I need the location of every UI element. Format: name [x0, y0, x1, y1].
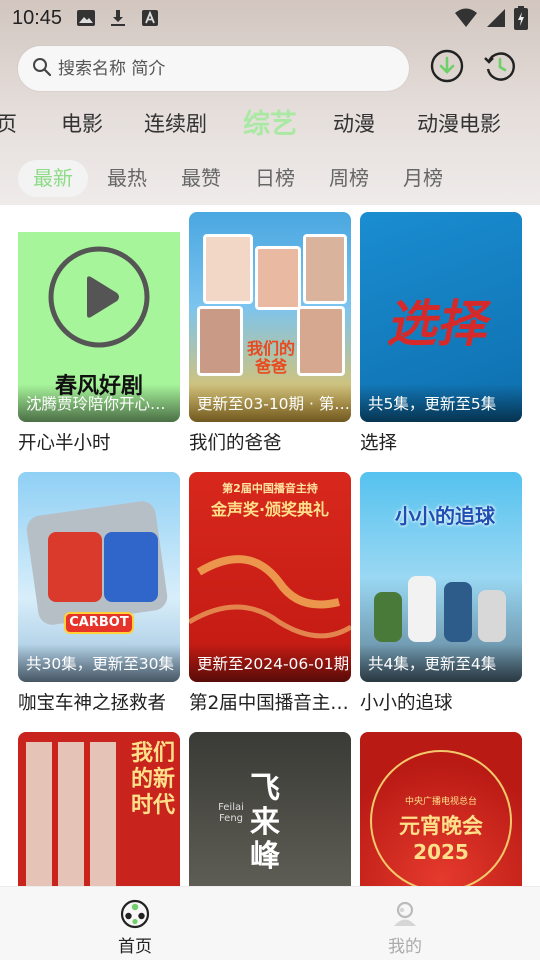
tab-anime[interactable]: 动漫 [333, 108, 375, 138]
search-bar[interactable] [18, 46, 409, 91]
poster-image [374, 592, 402, 642]
sort-liked[interactable]: 最赞 [166, 160, 236, 197]
video-card[interactable]: 第2届中国播音主持 金声奖·颁奖典礼 更新至2024-06-01期 第2届中国播… [189, 472, 351, 715]
poster-text: 金声奖·颁奖典礼 [210, 500, 330, 519]
card-title: 选择 [360, 433, 398, 454]
poster[interactable]: 我们的爸爸 更新至03-10期 · 第1期 [189, 212, 351, 422]
poster-text: 飞来峰 [250, 771, 280, 874]
card-title: 小小的追球 [360, 693, 453, 714]
poster-subtext: 中央广播电视总台 [404, 797, 477, 807]
poster-badge: 共4集，更新至4集 [360, 644, 522, 682]
tab-home[interactable]: 页 [0, 108, 17, 138]
poster-text: 我们的爸爸 [246, 339, 295, 376]
poster-image [297, 306, 345, 376]
poster-text: 选择 [383, 294, 497, 353]
sort-monthly[interactable]: 月榜 [388, 160, 458, 197]
poster-image [303, 234, 347, 304]
poster-image [478, 590, 506, 642]
poster-image [104, 532, 158, 602]
poster-image [255, 246, 301, 310]
poster-image [444, 582, 472, 642]
poster[interactable]: CARBOT 共30集，更新至30集 [18, 472, 180, 682]
poster-text: CARBOT [64, 612, 134, 634]
image-icon [76, 8, 96, 28]
card-title: 第2届中国播音主持金声奖 [189, 693, 351, 714]
category-tabs: 页 电影 连续剧 综艺 动漫 动漫电影 [0, 100, 540, 144]
poster-badge: 共30集，更新至30集 [18, 644, 180, 682]
poster-image [197, 306, 243, 376]
battery-icon [514, 6, 528, 35]
film-reel-icon [120, 899, 150, 929]
video-card[interactable]: 选择 共5集，更新至5集 选择 [360, 212, 522, 455]
video-card[interactable]: CARBOT 共30集，更新至30集 咖宝车神之拯救者 [18, 472, 180, 715]
tab-anime-movie[interactable]: 动漫电影 [417, 108, 501, 138]
poster-badge: 更新至03-10期 · 第1期 [189, 384, 351, 422]
history-button[interactable] [482, 50, 518, 86]
download-button[interactable] [429, 49, 465, 87]
poster-text: 元宵晚会 [399, 814, 483, 838]
card-title: 咖宝车神之拯救者 [18, 693, 167, 714]
search-icon [32, 57, 52, 81]
status-right [454, 6, 528, 35]
nav-profile-label: 我的 [388, 937, 422, 957]
play-icon [48, 246, 150, 348]
nav-home-label: 首页 [118, 937, 152, 957]
poster-subtext: Feilai Feng [218, 802, 244, 824]
video-card[interactable]: 小小的追球 共4集，更新至4集 小小的追球 [360, 472, 522, 715]
profile-icon [394, 901, 416, 926]
poster-subtext: 第2届中国播音主持 [222, 482, 318, 495]
poster-badge: 更新至2024-06-01期 [189, 644, 351, 682]
history-icon [483, 49, 517, 87]
poster-year: 2025 [413, 840, 469, 864]
translate-icon [140, 8, 160, 28]
poster-image [203, 234, 253, 304]
sort-weekly[interactable]: 周榜 [314, 160, 384, 197]
poster-image [48, 532, 102, 602]
download-icon [430, 49, 464, 87]
sort-tabs: 最新 最热 最赞 日榜 周榜 月榜 [18, 160, 462, 198]
bottom-nav: 首页 我的 [0, 886, 540, 960]
video-card[interactable]: 我们的爸爸 更新至03-10期 · 第1期 我们的爸爸 [189, 212, 351, 455]
nav-home[interactable]: 首页 [95, 899, 175, 957]
video-card[interactable]: 春风好剧 沈腾贾玲陪你开心半小时 开心半小时 [18, 212, 180, 455]
poster[interactable]: 春风好剧 沈腾贾玲陪你开心半小时 [18, 212, 180, 422]
nav-profile[interactable]: 我的 [365, 899, 445, 957]
poster-badge: 沈腾贾玲陪你开心半小时 [18, 384, 180, 422]
tab-movie[interactable]: 电影 [61, 108, 103, 138]
poster-badge: 共5集，更新至5集 [360, 384, 522, 422]
status-bar: 10:45 [0, 0, 540, 36]
wifi-icon [454, 7, 478, 34]
sort-hot[interactable]: 最热 [92, 160, 162, 197]
sort-daily[interactable]: 日榜 [240, 160, 310, 197]
poster-image [408, 576, 436, 642]
download-status-icon [108, 8, 128, 28]
poster-image [26, 742, 122, 892]
poster[interactable]: 小小的追球 共4集，更新至4集 [360, 472, 522, 682]
poster-text: 小小的追球 [395, 504, 495, 528]
signal-icon [486, 7, 506, 34]
sort-latest[interactable]: 最新 [18, 160, 88, 197]
card-title: 我们的爸爸 [189, 433, 282, 454]
tab-series[interactable]: 连续剧 [144, 108, 207, 138]
card-title: 开心半小时 [18, 433, 111, 454]
status-time: 10:45 [12, 6, 63, 29]
poster[interactable]: 第2届中国播音主持 金声奖·颁奖典礼 更新至2024-06-01期 [189, 472, 351, 682]
poster-image [189, 555, 351, 639]
tab-variety[interactable]: 综艺 [243, 102, 297, 141]
search-input[interactable] [58, 58, 378, 79]
poster[interactable]: 选择 共5集，更新至5集 [360, 212, 522, 422]
poster-text: 我们的新时代 [130, 740, 175, 818]
